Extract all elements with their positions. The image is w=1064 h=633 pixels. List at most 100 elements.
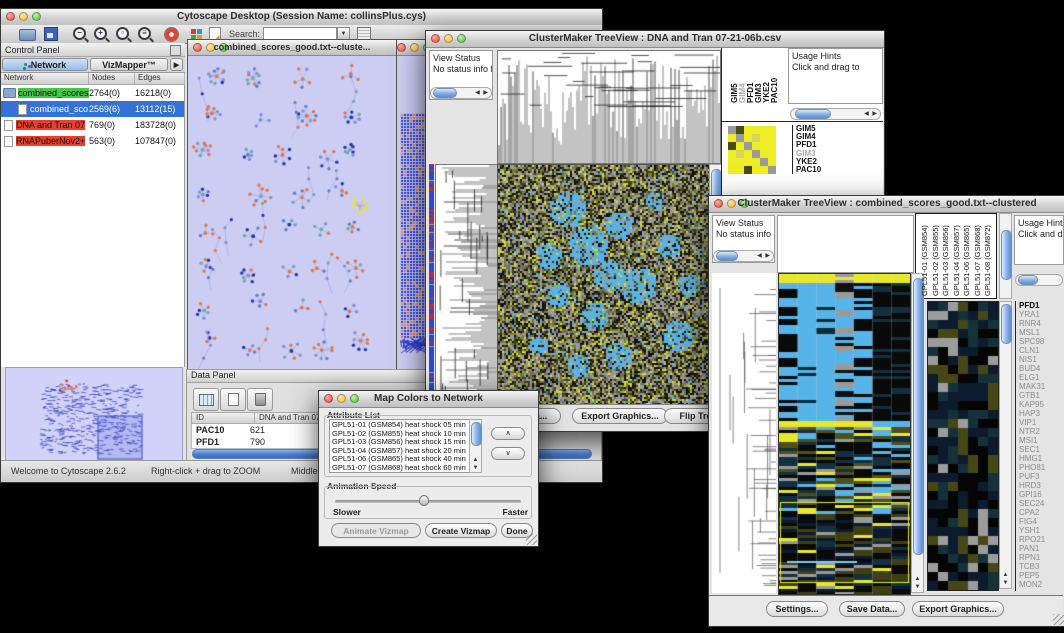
move-down-button[interactable]: ∨ (491, 447, 525, 460)
treeview-dna-titlebar[interactable]: ClusterMaker TreeView : DNA and Tran 07-… (426, 31, 884, 48)
delete-attribute-icon[interactable] (247, 388, 273, 411)
mini-heatmap-cell (744, 166, 752, 174)
labels-vscrollbar[interactable] (999, 213, 1012, 299)
attribute-list-item[interactable]: GPL51-04 (GSM857) heat shock 20 min (332, 447, 478, 456)
close-button[interactable] (714, 199, 723, 208)
zoom-selected-icon[interactable]: ≡ (138, 27, 151, 40)
column-dendrogram-area[interactable] (777, 215, 914, 273)
heatmap-canvas[interactable] (778, 273, 911, 595)
export-graphics----button[interactable]: Export Graphics... (572, 408, 668, 424)
dna-row-label: PAC10 (796, 166, 884, 174)
gene-label: VIP1 (1019, 418, 1064, 427)
attribute-list-item[interactable]: GPL51-01 (GSM854) heat shock 05 min (332, 421, 478, 430)
float-panel-icon[interactable] (170, 45, 181, 56)
move-up-button[interactable]: ∧ (491, 427, 525, 440)
help-icon[interactable] (164, 27, 179, 42)
view-status-scrollbar[interactable]: ◀ ▶ (713, 250, 774, 262)
attribute-list-item[interactable]: GPL51-07 (GSM868) heat shock 60 min (332, 464, 478, 473)
close-button[interactable] (193, 43, 202, 52)
attribute-list-item[interactable]: GPL51-02 (GSM855) heat shock 10 min (332, 430, 478, 439)
speed-slider-thumb[interactable] (419, 495, 429, 506)
save-icon[interactable] (44, 27, 58, 41)
open-file-icon[interactable] (19, 27, 36, 41)
select-attributes-icon[interactable] (193, 388, 219, 411)
gene-label: MAK31 (1019, 382, 1064, 391)
combined-column-label: GPL51-03 (GSM856) (942, 225, 950, 296)
network-icon (24, 63, 27, 66)
mini-heatmap-cell (760, 142, 768, 150)
treeview-combined-titlebar[interactable]: ClusterMaker TreeView : combined_scores_… (709, 196, 1064, 213)
gene-label: SEC1 (1019, 445, 1064, 454)
summary-hscrollbar[interactable]: ◀ ▶ (790, 108, 881, 120)
map-colors-dialog: Map Colors to Network Attribute List GPL… (318, 390, 539, 547)
usage-hints-box: Usage Hints Click and drag to (788, 48, 883, 104)
network-list-row[interactable]: combined_scores2764(0)16218(0) (1, 85, 184, 101)
slower-label: Slower (333, 507, 361, 517)
gene-label: PHO81 (1019, 463, 1064, 472)
usage-hscrollbar[interactable] (1015, 274, 1063, 286)
mini-heatmap-cell (728, 166, 736, 174)
network-list-row[interactable]: DNA and Tran 07769(0)183728(0) (1, 117, 184, 133)
network-list-row[interactable]: combined_sco2569(6)13112(15) (1, 101, 184, 117)
gene-label: HMG1 (1019, 454, 1064, 463)
save-data----button[interactable]: Save Data... (839, 601, 905, 617)
tab-network[interactable]: Network (2, 58, 88, 71)
tab-overflow-arrow[interactable]: ▶ (170, 58, 183, 71)
heatmap-canvas[interactable] (497, 164, 710, 406)
combined-column-label: GPL51-02 (GSM855) (932, 225, 940, 296)
attribute-list[interactable]: GPL51-01 (GSM854) heat shock 05 minGPL51… (329, 419, 481, 473)
row-dendrogram-canvas[interactable] (712, 273, 776, 593)
network-window-title: combined_scores_good.txt--cluste... (208, 42, 376, 52)
close-button[interactable] (324, 394, 333, 403)
mini-heatmap-cell (768, 126, 776, 134)
mini-heatmap-cell (744, 126, 752, 134)
zoom-out-icon[interactable]: − (73, 27, 86, 40)
vizmapper-icon[interactable] (189, 27, 198, 36)
column-dendrogram-canvas[interactable] (497, 50, 721, 164)
new-attribute-icon[interactable] (220, 388, 246, 411)
tab-vizmapper[interactable]: VizMapper™ (90, 58, 168, 71)
mini-heatmap-cell (728, 150, 736, 158)
mini-heatmap-cell (736, 134, 744, 142)
combined-column-label: GPL51-04 (GSM857) (953, 225, 961, 296)
row-dendrogram-canvas[interactable] (435, 164, 498, 406)
heatmap-vscrollbar[interactable]: ▲▼ (911, 273, 924, 593)
mini-heatmap-cell (760, 126, 768, 134)
close-button[interactable] (6, 12, 15, 21)
mini-heatmap-cell (736, 126, 744, 134)
gene-label: YRA1 (1019, 310, 1064, 319)
mini-heatmap-cell (744, 134, 752, 142)
export-graphics----button[interactable]: Export Graphics... (912, 601, 1004, 617)
close-button[interactable] (431, 34, 440, 43)
gene-label: PFD1 (1019, 301, 1064, 310)
zoom-in-icon[interactable]: + (94, 27, 107, 40)
zoomed-heatmap-canvas[interactable] (927, 301, 999, 591)
zoom-fit-icon[interactable]: ▫ (116, 27, 129, 40)
network-overview-minimap[interactable] (5, 367, 183, 461)
gene-label: GTB1 (1019, 391, 1064, 400)
combined-column-label: GPL51-07 (GSM868) (974, 225, 982, 296)
network-list-row[interactable]: RNAPuberNov2+563(0)107847(0) (1, 133, 184, 149)
dialog-titlebar[interactable]: Map Colors to Network (319, 391, 538, 408)
done-button[interactable]: Done (501, 523, 533, 538)
treeview-dna-title: ClusterMaker TreeView : DNA and Tran 07-… (446, 33, 864, 44)
zoom-vscrollbar[interactable]: ▲▼ (999, 301, 1012, 589)
attribute-list-item[interactable]: GPL51-06 (GSM865) heat shock 40 min (332, 455, 478, 464)
gene-label: NIS1 (1019, 355, 1064, 364)
attribute-list-item[interactable]: GPL51-03 (GSM856) heat shock 15 min (332, 438, 478, 447)
mini-heatmap-cell (752, 158, 760, 166)
mini-heatmap-cell (728, 126, 736, 134)
create-vizmap-button[interactable]: Create Vizmap (425, 523, 497, 538)
mini-heatmap[interactable] (728, 126, 776, 174)
main-titlebar[interactable]: Cytoscape Desktop (Session Name: collins… (1, 9, 602, 26)
settings----button[interactable]: Settings... (766, 601, 828, 617)
mini-heatmap-cell (736, 158, 744, 166)
network-view-canvas[interactable] (188, 56, 394, 369)
view-status-scrollbar[interactable]: ◀ ▶ (430, 87, 492, 99)
attribute-list-scrollbar[interactable]: ▲▼ (469, 419, 482, 473)
status-hint-zoom: Right-click + drag to ZOOM (151, 466, 260, 476)
mini-heatmap-cell (752, 142, 760, 150)
status-welcome: Welcome to Cytoscape 2.6.2 (11, 466, 126, 476)
resize-grip[interactable] (1053, 614, 1064, 625)
main-window-title: Cytoscape Desktop (Session Name: collins… (21, 11, 582, 22)
